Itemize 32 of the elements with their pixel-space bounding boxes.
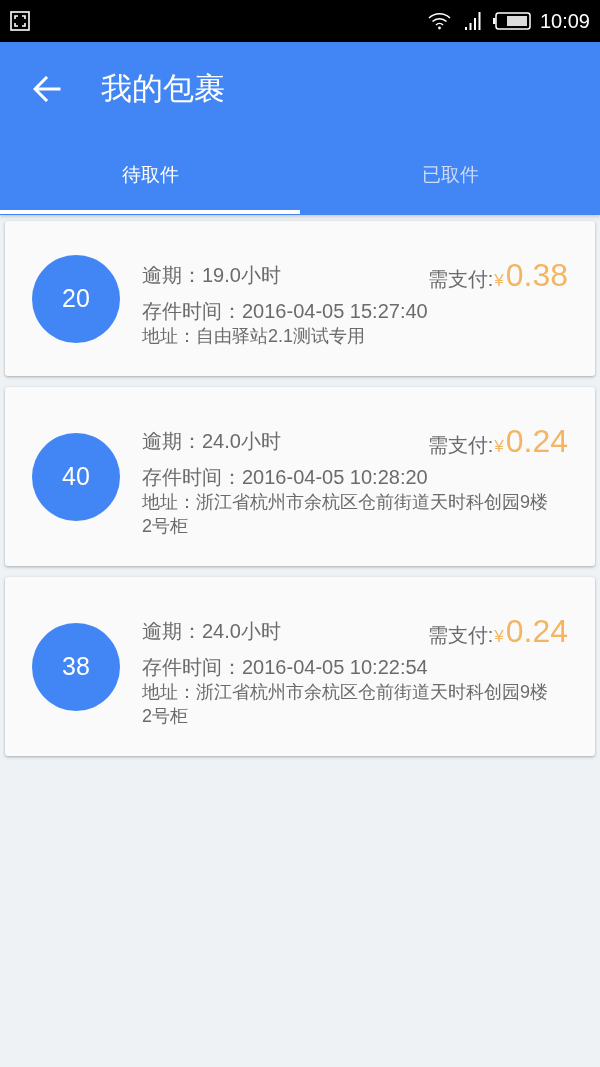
signal-icon xyxy=(464,12,481,30)
overdue-text: 逾期：19.0小时 xyxy=(142,263,281,288)
locker-number-badge: 40 xyxy=(32,432,120,521)
back-arrow-icon[interactable] xyxy=(33,75,61,102)
address-text: 地址：浙江省杭州市余杭区仓前街道天时科创园9楼2号柜 xyxy=(142,681,549,728)
pay-label: 需支付: xyxy=(427,267,494,292)
stored-time-text: 存件时间：2016-04-05 10:22:54 xyxy=(142,655,429,680)
pay-label: 需支付: xyxy=(427,433,494,458)
fullscreen-icon xyxy=(10,11,30,31)
overdue-text: 逾期：24.0小时 xyxy=(142,429,281,454)
price-amount: 0.24 xyxy=(505,612,568,650)
battery-icon xyxy=(492,12,531,30)
parcel-card[interactable]: 40 逾期：24.0小时 需支付:¥0.24 存件时间：2016-04-05 10:28:20 地址：浙江省杭州市余杭区仓前街道天时科创园9楼2号柜 xyxy=(5,387,595,566)
tab[interactable]: 待取件 xyxy=(0,135,300,215)
currency-symbol: ¥ xyxy=(494,626,504,648)
price-amount: 0.24 xyxy=(505,422,568,460)
overdue-text: 逾期：24.0小时 xyxy=(142,619,281,644)
wifi-icon xyxy=(427,12,451,30)
stored-time-text: 存件时间：2016-04-05 10:28:20 xyxy=(142,465,429,490)
parcel-card[interactable]: 20 逾期：19.0小时 需支付:¥0.38 存件时间：2016-04-05 15:27:40 地址：自由驿站2.1测试专用 xyxy=(5,221,595,376)
currency-symbol: ¥ xyxy=(494,270,504,292)
address-text: 地址：自由驿站2.1测试专用 xyxy=(142,325,367,348)
parcel-card[interactable]: 38 逾期：24.0小时 需支付:¥0.24 存件时间：2016-04-05 10:22:54 地址：浙江省杭州市余杭区仓前街道天时科创园9楼2号柜 xyxy=(5,577,595,756)
currency-symbol: ¥ xyxy=(494,436,504,458)
price-amount: 0.38 xyxy=(505,256,568,294)
locker-number-badge: 38 xyxy=(32,622,120,711)
page-title: 我的包裹 xyxy=(101,73,225,104)
locker-number-badge: 20 xyxy=(32,254,120,343)
pay-label: 需支付: xyxy=(427,623,494,648)
status-time: 10:09 xyxy=(539,11,590,31)
stored-time-text: 存件时间：2016-04-05 15:27:40 xyxy=(142,299,429,324)
address-text: 地址：浙江省杭州市余杭区仓前街道天时科创园9楼2号柜 xyxy=(142,491,549,538)
